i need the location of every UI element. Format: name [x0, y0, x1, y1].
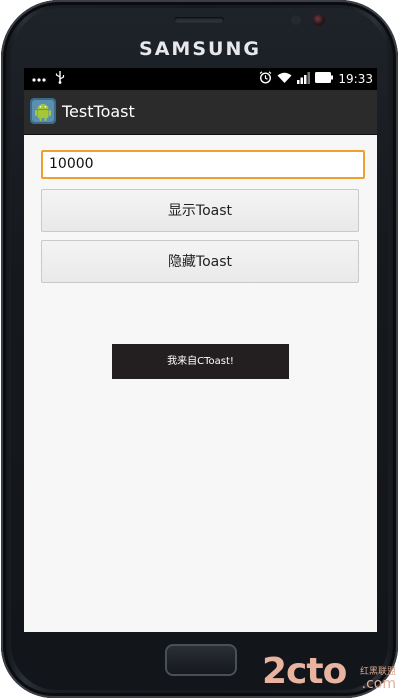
signal-icon — [297, 71, 311, 87]
watermark-domain: .com — [361, 676, 396, 692]
earpiece-speaker — [174, 17, 224, 23]
number-input[interactable]: 10000 — [41, 150, 365, 179]
app-title-bar: TestToast — [24, 90, 377, 135]
toast-message: 我来自CToast! — [112, 344, 289, 379]
app-title: TestToast — [62, 102, 135, 121]
brand-logo: SAMSUNG — [139, 38, 261, 60]
usb-icon — [55, 71, 65, 87]
device-screen: 19:33 TestToast 10000 显示Toast 隐藏Toast 我来… — [24, 68, 377, 632]
status-bar-left — [32, 71, 65, 87]
alarm-icon — [259, 71, 272, 87]
wifi-icon — [277, 72, 292, 87]
watermark-logo: 2cto — [262, 651, 347, 692]
status-clock: 19:33 — [338, 72, 373, 86]
battery-icon — [315, 72, 334, 86]
proximity-sensor — [291, 15, 301, 25]
show-toast-button[interactable]: 显示Toast — [41, 189, 359, 232]
status-bar: 19:33 — [24, 68, 377, 90]
more-dots-icon — [32, 72, 46, 86]
front-camera — [313, 14, 325, 26]
home-button[interactable] — [165, 644, 237, 676]
status-bar-right: 19:33 — [259, 71, 373, 87]
hide-toast-button[interactable]: 隐藏Toast — [41, 240, 359, 283]
android-icon — [30, 98, 56, 124]
site-watermark: 2cto 红黑联盟 .com — [258, 648, 400, 698]
